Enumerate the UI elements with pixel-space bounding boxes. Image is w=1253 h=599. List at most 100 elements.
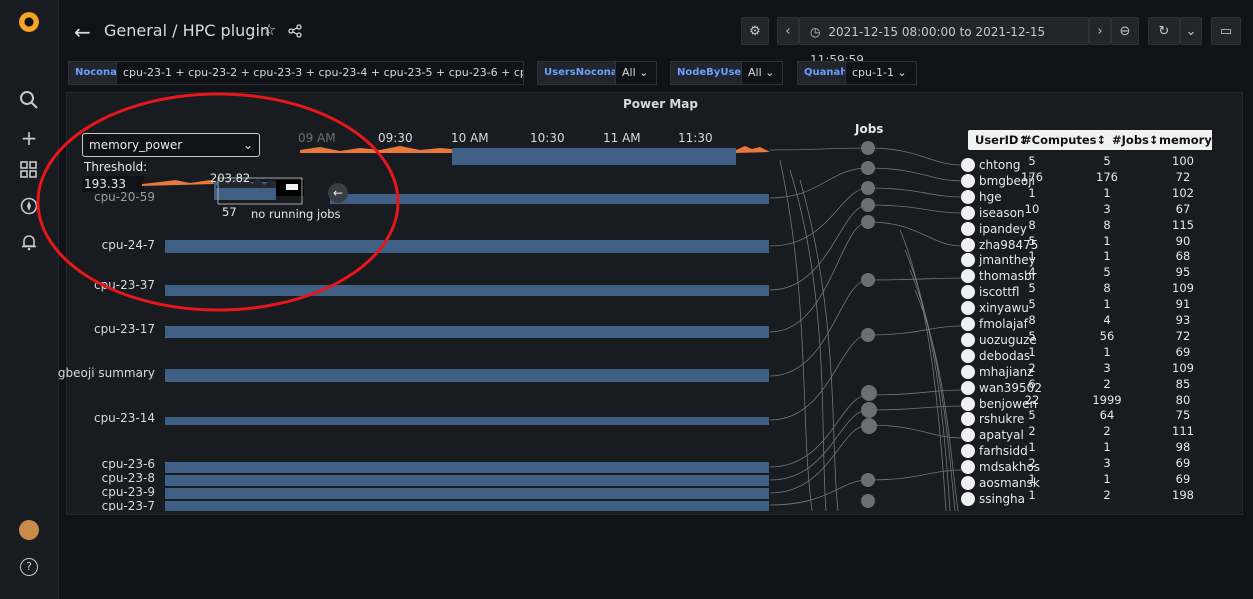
table-cell-jobs: 2: [1103, 424, 1111, 439]
table-cell-jobs: 1: [1103, 233, 1111, 248]
col-header-computes[interactable]: #Computes↕: [1022, 133, 1106, 147]
table-cell-power: 68: [1175, 249, 1191, 264]
annotation-ellipse: [36, 92, 400, 312]
user-avatar-icon: [961, 221, 975, 236]
user-avatar-icon: [961, 317, 975, 331]
table-cell-jobs: 3: [1103, 201, 1111, 216]
table-cell-power: 93: [1175, 313, 1191, 327]
col-header-jobs[interactable]: #Jobs↕: [1112, 133, 1159, 147]
table-cell-power: 72: [1175, 169, 1191, 184]
job-node[interactable]: [861, 385, 877, 401]
table-cell-power: 91: [1175, 297, 1191, 312]
table-cell-power: 111: [1172, 424, 1194, 439]
table-cell-jobs: 8: [1103, 217, 1111, 232]
table-cell-jobs: 1: [1103, 249, 1111, 264]
table-cell-computes: 2: [1028, 456, 1036, 471]
power-bar: [165, 501, 769, 511]
table-cell-jobs: 56: [1099, 328, 1115, 343]
node-row-label[interactable]: gbeoji summary: [58, 366, 155, 380]
node-row-label[interactable]: cpu-23-9: [102, 485, 155, 499]
power-bar: [165, 369, 769, 382]
job-node[interactable]: [861, 181, 875, 195]
job-node[interactable]: [861, 215, 875, 229]
job-node[interactable]: [861, 161, 875, 175]
user-avatar-icon: [961, 348, 975, 363]
user-avatar-icon: [961, 237, 975, 252]
table-cell-computes: 2: [1028, 360, 1036, 375]
node-row-label[interactable]: cpu-23-14: [94, 411, 155, 425]
table-cell-jobs: 1: [1103, 472, 1111, 486]
user-avatar-icon: [961, 158, 975, 172]
table-cell-power: 75: [1175, 408, 1191, 423]
col-header-userid[interactable]: UserID↕: [975, 133, 1028, 147]
table-cell-power: 72: [1175, 328, 1191, 343]
job-node[interactable]: [861, 402, 877, 418]
table-cell-computes: 5: [1028, 281, 1036, 296]
job-node[interactable]: [861, 494, 875, 508]
col-header-memory-power[interactable]: memory_pow: [1159, 133, 1212, 147]
node-row-label[interactable]: cpu-23-6: [102, 457, 155, 471]
table-cell-computes: 1: [1028, 185, 1036, 200]
power-peak: [736, 146, 770, 153]
table-cell-computes: 10: [1024, 201, 1040, 216]
table-cell-computes: 1: [1028, 344, 1036, 359]
power-bar: [165, 417, 769, 425]
table-cell-computes: 8: [1028, 313, 1036, 327]
table-cell-power: 98: [1175, 440, 1191, 455]
job-node[interactable]: [861, 473, 875, 487]
table-cell-jobs: 64: [1099, 408, 1115, 423]
table-cell-computes: 6: [1028, 376, 1036, 391]
table-cell-jobs: 8: [1103, 281, 1111, 296]
table-cell-jobs: 1: [1103, 344, 1111, 359]
user-avatar-icon: [961, 364, 975, 379]
job-node[interactable]: [861, 418, 877, 434]
table-cell-jobs: 1: [1103, 185, 1111, 200]
user-avatar-icon: [961, 460, 975, 475]
job-node[interactable]: [861, 141, 875, 155]
table-cell-jobs: 1999: [1092, 392, 1122, 407]
table-cell-power: 67: [1175, 201, 1191, 216]
power-bar: [165, 462, 769, 473]
table-cell-power: 69: [1175, 456, 1191, 471]
table-cell-computes: 5: [1028, 408, 1036, 423]
table-cell-computes: 8: [1028, 217, 1036, 232]
table-cell-computes: 5: [1028, 297, 1036, 312]
user-avatar-icon: [961, 205, 975, 220]
node-row-label[interactable]: cpu-23-8: [102, 471, 155, 485]
table-cell-power: 198: [1172, 487, 1194, 502]
table-cell-user[interactable]: hge: [979, 190, 1002, 206]
user-avatar-icon: [961, 301, 975, 316]
power-bar: [452, 148, 736, 165]
table-cell-power: 115: [1172, 217, 1194, 232]
user-avatar-icon: [961, 380, 975, 395]
power-bar: [165, 326, 769, 338]
job-node[interactable]: [861, 198, 875, 212]
table-cell-computes: 5: [1028, 154, 1036, 168]
job-node[interactable]: [861, 273, 875, 287]
table-cell-computes: 2: [1028, 424, 1036, 439]
table-cell-power: 85: [1175, 376, 1191, 391]
table-cell-jobs: 3: [1103, 456, 1111, 471]
table-cell-power: 102: [1172, 185, 1194, 200]
table-cell-jobs: 5: [1103, 265, 1111, 280]
user-avatar-icon: [961, 332, 975, 347]
table-cell-computes: 1: [1028, 440, 1036, 455]
table-cell-jobs: 176: [1096, 169, 1118, 184]
table-cell-power: 69: [1175, 472, 1191, 486]
table-cell-power: 109: [1172, 281, 1194, 296]
table-cell-computes: 1: [1028, 472, 1036, 486]
node-row-label[interactable]: cpu-23-7: [102, 499, 155, 511]
table-cell-jobs: 1: [1103, 297, 1111, 312]
table-cell-jobs: 4: [1103, 313, 1111, 327]
node-row-label[interactable]: cpu-23-17: [94, 322, 155, 336]
table-cell-power: 95: [1175, 265, 1191, 280]
table-cell-jobs: 5: [1103, 154, 1111, 168]
table-cell-power: 69: [1175, 344, 1191, 359]
table-cell-computes: 4: [1028, 265, 1036, 280]
table-cell-computes: 22: [1024, 392, 1040, 407]
table-cell-jobs: 1: [1103, 440, 1111, 455]
job-node[interactable]: [861, 328, 875, 342]
user-avatar-icon: [961, 396, 975, 411]
user-avatar-icon: [961, 189, 975, 204]
table-cell-power: 109: [1172, 360, 1194, 375]
